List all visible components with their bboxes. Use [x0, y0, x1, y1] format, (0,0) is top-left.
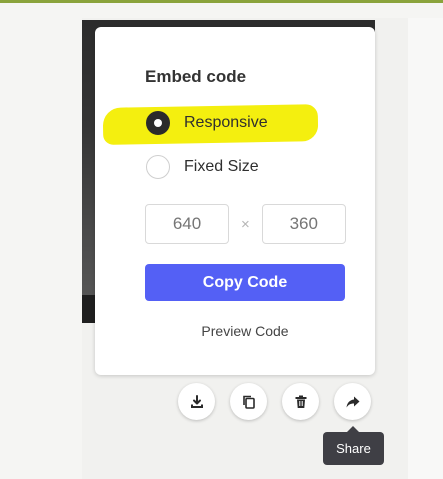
fixed-size-radio[interactable] [146, 155, 170, 179]
responsive-radio[interactable] [146, 111, 170, 135]
download-icon [189, 394, 205, 410]
preview-code-link[interactable]: Preview Code [145, 323, 345, 339]
copy-icon [241, 394, 257, 410]
fixed-size-label: Fixed Size [184, 158, 259, 175]
times-symbol: × [241, 215, 250, 233]
width-input[interactable] [145, 204, 229, 244]
radio-selected-dot [154, 119, 162, 127]
delete-button[interactable] [282, 383, 319, 420]
responsive-label: Responsive [184, 114, 268, 131]
share-tooltip: Share [323, 426, 384, 465]
copy-button[interactable] [230, 383, 267, 420]
option-fixed-size[interactable]: Fixed Size [146, 155, 259, 179]
page: Embed code Responsive Fixed Size × Copy … [0, 0, 443, 479]
download-button[interactable] [178, 383, 215, 420]
height-input[interactable] [261, 204, 346, 244]
copy-code-button[interactable]: Copy Code [145, 264, 345, 301]
right-panel-strip [408, 18, 443, 479]
share-button[interactable] [334, 383, 371, 420]
size-inputs: × [145, 204, 346, 244]
embed-code-popover: Embed code Responsive Fixed Size × Copy … [95, 27, 375, 375]
embed-title: Embed code [145, 67, 247, 86]
trash-icon [293, 394, 309, 410]
option-responsive[interactable]: Responsive [146, 111, 268, 135]
share-icon [345, 394, 361, 410]
top-border [0, 0, 443, 3]
action-bar [178, 383, 371, 420]
